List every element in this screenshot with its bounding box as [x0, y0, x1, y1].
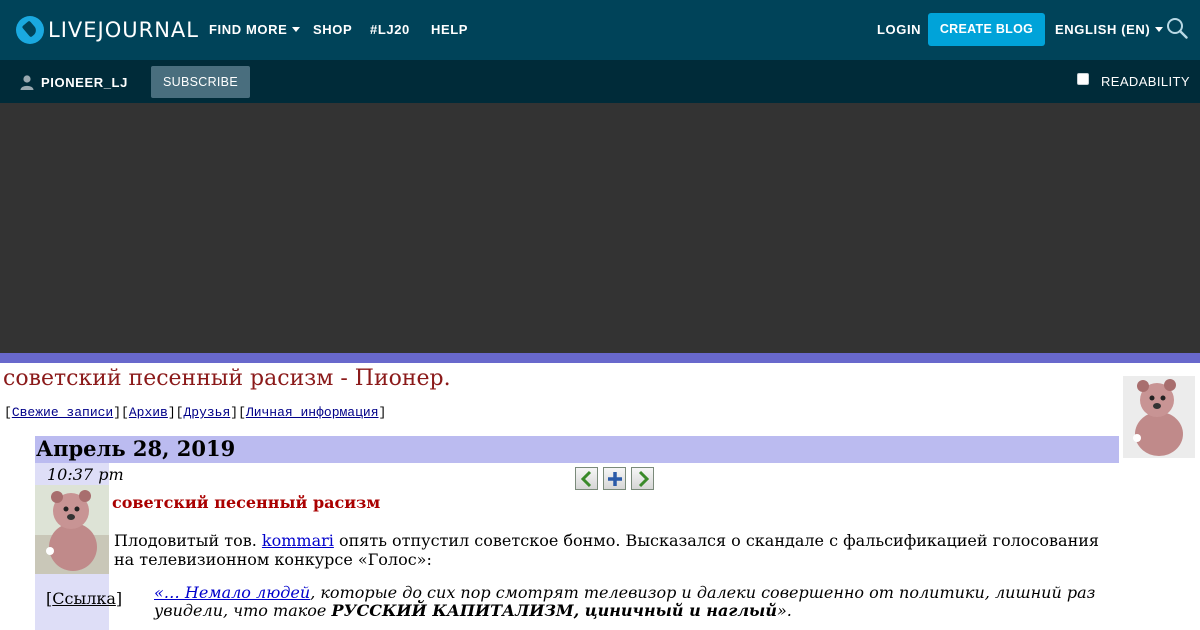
entry-time: 10:37 pm — [47, 465, 124, 484]
chevron-down-icon — [1155, 27, 1164, 32]
subscribe-button[interactable]: SUBSCRIBE — [151, 66, 250, 98]
journal-avatar — [1123, 376, 1195, 458]
ad-banner-area — [0, 103, 1200, 353]
quote-bold-text: РУССКИЙ КАПИТАЛИЗМ, циничный и наглый — [331, 601, 777, 620]
next-entry-button[interactable] — [631, 467, 654, 490]
livejournal-logo-icon — [16, 16, 44, 44]
nav-shop[interactable]: SHOP — [313, 22, 352, 38]
arrow-right-icon — [638, 470, 650, 488]
nav-help[interactable]: HELP — [431, 22, 468, 38]
nav-lj20[interactable]: #LJ20 — [370, 22, 410, 38]
livejournal-logo[interactable]: LIVEJOURNAL — [16, 16, 199, 44]
readability-checkbox[interactable] — [1077, 73, 1089, 85]
entry-date: Апрель 28, 2019 — [36, 436, 236, 461]
user-avatar[interactable] — [35, 485, 109, 574]
arrow-left-icon — [580, 470, 592, 488]
link-friends[interactable]: Друзья — [183, 405, 230, 420]
entry-title: советский песенный расизм — [112, 493, 381, 512]
journal-user[interactable]: PIONEER_LJ — [20, 74, 128, 90]
permalink-label: Ссылка — [52, 589, 116, 608]
search-icon[interactable] — [1166, 17, 1188, 39]
login-link[interactable]: LOGIN — [877, 22, 921, 38]
language-label: ENGLISH (EN) — [1055, 22, 1151, 37]
entry-body-paragraph: Плодовитый тов. kommari опять отпустил с… — [114, 531, 1114, 569]
create-blog-button[interactable]: CREATE BLOG — [928, 13, 1045, 46]
readability-label[interactable]: READABILITY — [1101, 74, 1190, 90]
previous-entry-button[interactable] — [575, 467, 598, 490]
user-link-kommari[interactable]: kommari — [262, 531, 334, 550]
link-profile-info[interactable]: Личная информация — [246, 405, 379, 420]
journal-bar: PIONEER_LJ SUBSCRIBE READABILITY — [0, 60, 1200, 103]
chevron-down-icon — [292, 27, 301, 32]
body-text-start: Плодовитый тов. — [114, 531, 262, 550]
language-selector[interactable]: ENGLISH (EN) — [1055, 22, 1164, 38]
link-archive[interactable]: Архив — [129, 405, 168, 420]
entry-permalink[interactable]: [Ссылка] — [46, 590, 122, 608]
nav-find-more[interactable]: FIND MORE — [209, 22, 301, 38]
journal-username: PIONEER_LJ — [41, 74, 128, 90]
add-to-memories-button[interactable] — [603, 467, 626, 490]
nav-find-more-label: FIND MORE — [209, 22, 288, 37]
entry-quote: «… Немало людей, которые до сих пор смот… — [154, 584, 1114, 620]
logo-text: LIVEJOURNAL — [48, 18, 199, 42]
plus-icon — [608, 472, 622, 486]
top-navigation-bar: LIVEJOURNAL FIND MORE SHOP #LJ20 HELP LO… — [0, 0, 1200, 60]
link-recent-entries[interactable]: Свежие записи — [12, 405, 113, 420]
quote-end: ». — [776, 601, 792, 620]
quote-link[interactable]: «… Немало людей — [154, 583, 310, 602]
journal-title: советский песенный расизм - Пионер. — [3, 366, 451, 391]
header-stripe — [0, 353, 1200, 363]
user-icon — [20, 74, 34, 90]
journal-navigation-links: [Свежие записи][Архив][Друзья][Личная ин… — [4, 405, 387, 420]
